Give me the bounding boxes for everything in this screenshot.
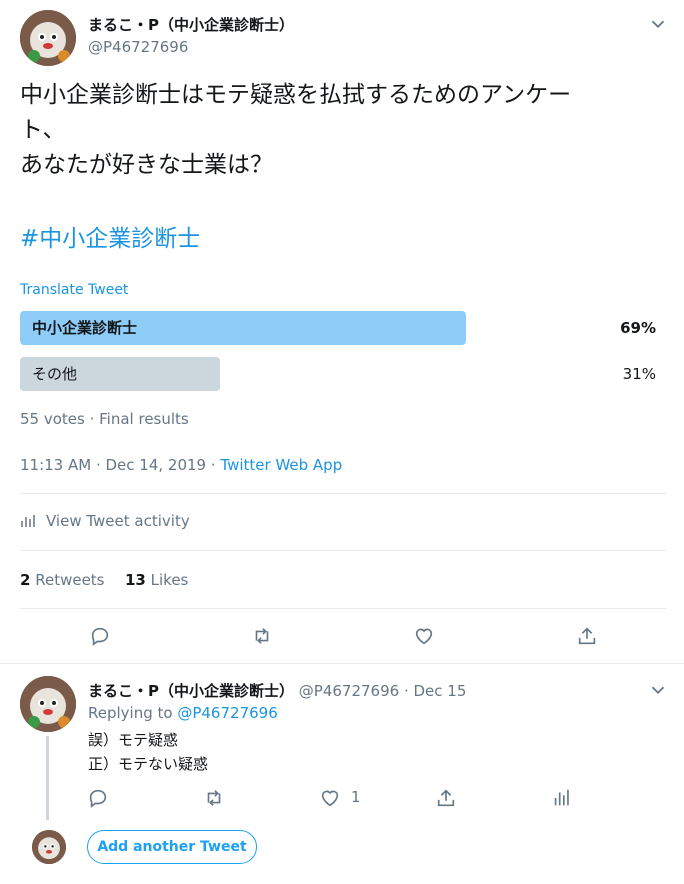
tweet-text-line: ト、	[20, 117, 66, 143]
avatar[interactable]	[20, 10, 76, 66]
tweet-text: 中小企業診断士はモテ疑惑を払拭するためのアンケー ト、 あなたが好きな士業は？	[20, 78, 571, 183]
reply-icon[interactable]	[84, 784, 112, 812]
avatar-image	[20, 676, 76, 732]
reply-header: まるこ・P（中小企業診断士） @P46727696 · Dec 15	[88, 680, 466, 701]
retweet-icon[interactable]	[248, 622, 276, 650]
translate-tweet-link[interactable]: Translate Tweet	[20, 282, 128, 298]
reply-date[interactable]: · Dec 15	[399, 682, 466, 700]
hashtag-link[interactable]: #中小企業診断士	[20, 223, 200, 255]
author-handle[interactable]: @P46727696	[88, 38, 188, 56]
analytics-icon[interactable]	[548, 784, 576, 812]
composer-avatar	[32, 830, 66, 864]
tweet-activity-link[interactable]: View Tweet activity	[20, 512, 190, 530]
reply-avatar[interactable]	[20, 676, 76, 732]
chevron-down-icon[interactable]	[644, 676, 672, 704]
tweet-timestamp[interactable]: 11:13 AM · Dec 14, 2019 ·	[20, 456, 220, 474]
like-icon[interactable]	[316, 784, 344, 812]
section-divider	[0, 663, 684, 664]
retweets-count: 2	[20, 571, 31, 589]
divider	[20, 493, 666, 494]
reply-text-line: 誤）モテ疑惑	[88, 731, 179, 749]
tweet-text-line: あなたが好きな士業は？	[20, 152, 273, 178]
retweets-stat[interactable]: 2 Retweets	[20, 571, 105, 589]
divider	[20, 550, 666, 551]
tweet-text-line: 中小企業診断士はモテ疑惑を払拭するためのアンケー	[20, 82, 572, 108]
author-name[interactable]: まるこ・P（中小企業診断士）	[88, 14, 294, 35]
reply-text: 誤）モテ疑惑 正）モテない疑惑	[88, 728, 208, 776]
avatar-image	[20, 10, 76, 66]
poll-option-label: 中小企業診断士	[32, 319, 138, 337]
poll-option-percent: 31%	[622, 365, 656, 383]
likes-stat[interactable]: 13 Likes	[125, 571, 188, 589]
reply-like-count: 1	[351, 788, 361, 806]
retweet-icon[interactable]	[200, 784, 228, 812]
reply-author-name[interactable]: まるこ・P（中小企業診断士）	[88, 682, 294, 700]
poll-option-label: その他	[32, 365, 78, 383]
tweet-source[interactable]: Twitter Web App	[220, 456, 342, 474]
reply-icon[interactable]	[86, 622, 114, 650]
retweets-label: Retweets	[35, 571, 105, 589]
likes-label: Likes	[150, 571, 189, 589]
tweet-timestamp-row: 11:13 AM · Dec 14, 2019 · Twitter Web Ap…	[20, 456, 342, 474]
poll-option-percent: 69%	[620, 319, 656, 337]
reply-text-line: 正）モテない疑惑	[88, 755, 209, 773]
tweet-activity-label: View Tweet activity	[46, 512, 190, 530]
avatar-image	[32, 830, 66, 864]
chevron-down-icon[interactable]	[644, 10, 672, 38]
like-icon[interactable]	[410, 622, 438, 650]
replying-to-label: Replying to	[88, 704, 178, 722]
add-another-tweet-button[interactable]: Add another Tweet	[87, 830, 257, 864]
replying-to: Replying to @P46727696	[88, 704, 278, 722]
replying-to-handle[interactable]: @P46727696	[177, 704, 277, 722]
divider	[20, 608, 666, 609]
thread-line	[46, 736, 49, 820]
share-icon[interactable]	[573, 622, 601, 650]
poll-summary: 55 votes · Final results	[20, 410, 189, 428]
reply-author-handle[interactable]: @P46727696	[299, 682, 399, 700]
likes-count: 13	[125, 571, 146, 589]
share-icon[interactable]	[432, 784, 460, 812]
analytics-icon	[21, 515, 35, 527]
